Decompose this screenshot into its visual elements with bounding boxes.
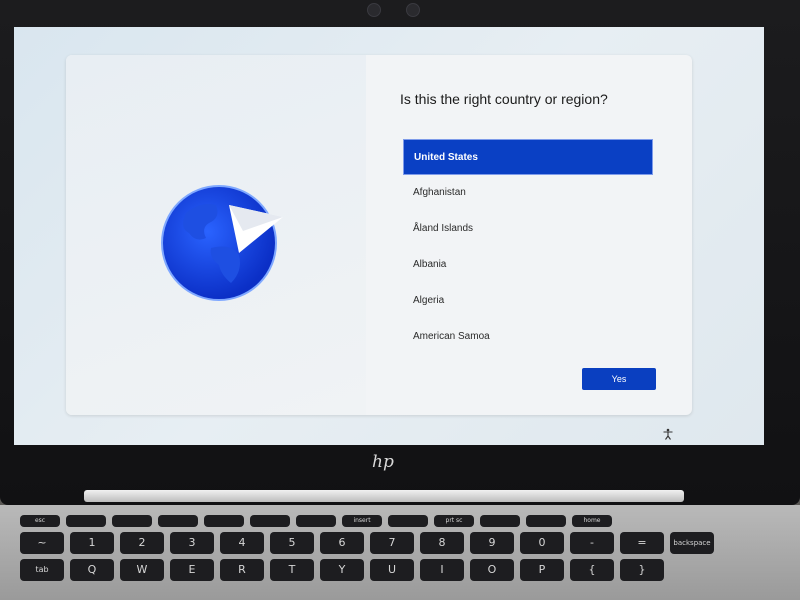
key-i[interactable]: I [420, 559, 464, 581]
key-minus[interactable]: - [570, 532, 614, 554]
key-left-brace[interactable]: { [570, 559, 614, 581]
key-9[interactable]: 9 [470, 532, 514, 554]
key-right-brace[interactable]: } [620, 559, 664, 581]
hinge [84, 490, 684, 502]
country-item-algeria[interactable]: Algeria [403, 283, 653, 319]
key-q[interactable]: Q [70, 559, 114, 581]
screen: Is this the right country or region? Uni… [14, 27, 764, 445]
key-prtsc[interactable]: prt sc [434, 515, 474, 527]
key-2[interactable]: 2 [120, 532, 164, 554]
key-home[interactable]: home [572, 515, 612, 527]
country-item-american-samoa[interactable]: American Samoa [403, 319, 653, 355]
key-o[interactable]: O [470, 559, 514, 581]
key-esc[interactable]: esc [20, 515, 60, 527]
oobe-dialog: Is this the right country or region? Uni… [66, 55, 692, 415]
laptop-lid: Is this the right country or region? Uni… [0, 0, 800, 505]
key-0[interactable]: 0 [520, 532, 564, 554]
key-tab[interactable]: tab [20, 559, 64, 581]
qwerty-key-row: tab Q W E R T Y U I O P { } [20, 559, 780, 581]
key-p[interactable]: P [520, 559, 564, 581]
key-y[interactable]: Y [320, 559, 364, 581]
key-f5[interactable] [250, 515, 290, 527]
key-3[interactable]: 3 [170, 532, 214, 554]
key-equals[interactable]: = [620, 532, 664, 554]
key-w[interactable]: W [120, 559, 164, 581]
accessibility-icon[interactable] [662, 425, 674, 440]
key-backspace[interactable]: backspace [670, 532, 714, 554]
country-item-afghanistan[interactable]: Afghanistan [403, 175, 653, 211]
key-e[interactable]: E [170, 559, 214, 581]
key-f3[interactable] [158, 515, 198, 527]
function-key-row: esc insert prt sc home [20, 515, 780, 527]
key-8[interactable]: 8 [420, 532, 464, 554]
number-key-row: ~ 1 2 3 4 5 6 7 8 9 0 - = backspace [20, 532, 780, 554]
key-t[interactable]: T [270, 559, 314, 581]
key-insert[interactable]: insert [342, 515, 382, 527]
key-f4[interactable] [204, 515, 244, 527]
key-f2[interactable] [112, 515, 152, 527]
globe-with-paper-plane-icon [161, 183, 291, 303]
key-6[interactable]: 6 [320, 532, 364, 554]
key-1[interactable]: 1 [70, 532, 114, 554]
country-item-aland-islands[interactable]: Åland Islands [403, 211, 653, 247]
key-f6[interactable] [296, 515, 336, 527]
country-list[interactable]: United States Afghanistan Åland Islands … [403, 139, 653, 355]
key-u[interactable]: U [370, 559, 414, 581]
camera-sensor-icon [406, 3, 420, 17]
hp-logo: hp [372, 452, 394, 472]
key-4[interactable]: 4 [220, 532, 264, 554]
key-7[interactable]: 7 [370, 532, 414, 554]
key-r[interactable]: R [220, 559, 264, 581]
key-tilde[interactable]: ~ [20, 532, 64, 554]
webcam-icon [367, 3, 381, 17]
page-title: Is this the right country or region? [400, 91, 608, 107]
key-f10[interactable] [480, 515, 520, 527]
illustration-panel [66, 55, 366, 415]
keyboard: esc insert prt sc home ~ 1 2 3 4 5 6 7 8… [20, 515, 780, 586]
yes-button[interactable]: Yes [582, 368, 656, 390]
key-f1[interactable] [66, 515, 106, 527]
key-f8[interactable] [388, 515, 428, 527]
country-item-united-states[interactable]: United States [403, 139, 653, 175]
key-f11[interactable] [526, 515, 566, 527]
country-item-albania[interactable]: Albania [403, 247, 653, 283]
key-5[interactable]: 5 [270, 532, 314, 554]
